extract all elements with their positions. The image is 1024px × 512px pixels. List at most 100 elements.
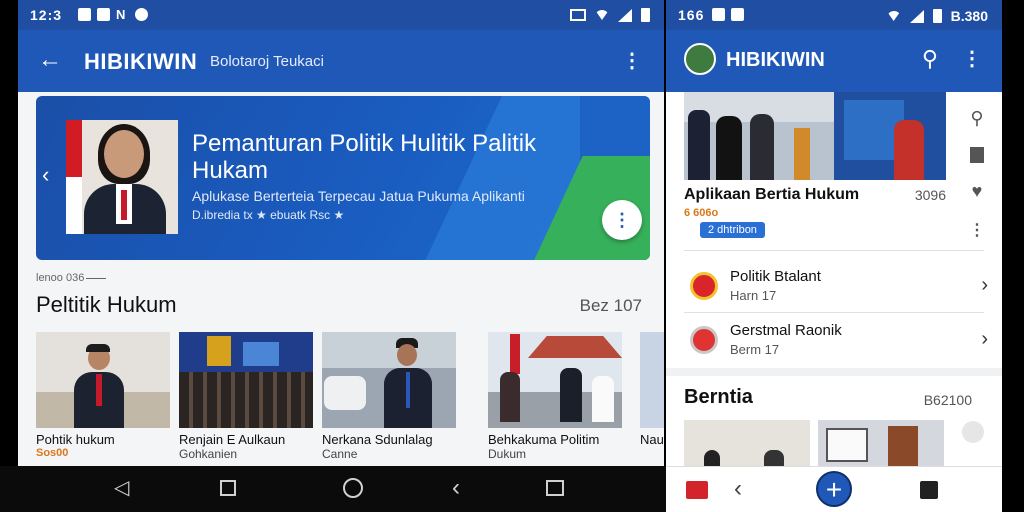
bookmark-icon[interactable] — [970, 147, 984, 163]
list-item-subtitle: Berm 17 — [730, 342, 780, 357]
featured-meta: 6 606o — [684, 207, 719, 219]
news-card[interactable]: Behkakuma Politim Dukum — [488, 332, 622, 461]
bell-icon — [135, 8, 148, 21]
status-time: 166 — [678, 7, 705, 23]
chevron-right-icon: › — [981, 274, 988, 296]
home-circle-icon[interactable] — [343, 478, 363, 498]
emblem-icon — [690, 326, 718, 354]
divider — [684, 312, 984, 313]
status-badge[interactable]: 2 dhtribon — [700, 222, 765, 238]
photo-shape — [794, 128, 810, 180]
heart-icon[interactable]: ♥ — [972, 181, 983, 202]
avatar[interactable] — [684, 43, 716, 75]
app-bar: ← HIBIKIWIN Bolotaroj Teukaci ⋮ — [18, 30, 664, 92]
photo-shape — [324, 376, 366, 410]
list-item[interactable]: Politik Btalant Harn 17 › — [684, 268, 988, 318]
photo-shape — [888, 426, 918, 466]
emblem-icon — [690, 272, 718, 300]
more-options-icon[interactable]: ⋮ — [622, 51, 642, 71]
caption-line — [86, 277, 107, 279]
more-options-icon[interactable]: ⋮ — [962, 49, 982, 69]
list-item-subtitle: Harn 17 — [730, 288, 777, 303]
card-title: Nerkana Sdunlalag — [322, 432, 433, 447]
person-tie — [121, 190, 127, 220]
back-chevron-icon[interactable]: ‹ — [452, 476, 460, 500]
news-card[interactable]: Nerkana Sdunlalag Canne — [322, 332, 456, 461]
photo-shape — [243, 342, 279, 366]
signal-icon — [618, 8, 632, 22]
n-icon: N — [116, 7, 126, 22]
chevron-left-icon[interactable]: ‹ — [42, 162, 49, 188]
overview-icon[interactable] — [546, 480, 564, 496]
photo-shape — [684, 420, 810, 466]
card-subtitle: Dukum — [488, 447, 527, 461]
photo-shape — [688, 110, 710, 180]
app-bar: HIBIKIWIN ⚲ ⋮ — [666, 30, 1002, 92]
app-title: HIBIKIWIN — [726, 49, 825, 71]
photo-shape — [528, 336, 622, 358]
news-card[interactable]: Renjain E Aulkaun Gohkanien — [179, 332, 313, 461]
photo-shape — [764, 450, 784, 466]
battery-text: B.380 — [950, 8, 988, 24]
section-count: B62100 — [923, 392, 972, 408]
share-button[interactable]: ⋮ — [602, 200, 642, 240]
wifi-icon — [595, 10, 609, 20]
status-bar: 12:3 N — [18, 0, 664, 30]
caption-text: lenoo 036 — [36, 272, 85, 284]
photo-shape — [397, 344, 417, 366]
card-image — [640, 332, 664, 428]
photo-shape — [207, 336, 231, 366]
notification-icons — [712, 8, 744, 21]
news-thumbnail[interactable] — [684, 420, 810, 466]
news-card[interactable]: Nau — [640, 332, 664, 447]
back-chevron-icon[interactable]: ‹ — [734, 475, 742, 503]
side-actions: ⚲ ♥ ⋮ — [960, 108, 994, 240]
app-title: HIBIKIWIN — [84, 49, 198, 74]
photo-shape — [592, 376, 614, 422]
hero-meta: D.ibredia tx ★ ebuatk Rsc ★ — [192, 208, 345, 222]
wifi-icon — [886, 11, 901, 21]
news-card[interactable]: Pohtik hukum Sos00 — [36, 332, 170, 459]
photo-shape — [406, 372, 410, 408]
card-subtitle: Gohkanien — [179, 447, 238, 461]
section-title: Berntia — [684, 386, 753, 408]
more-dot-button[interactable] — [962, 421, 984, 443]
news-icon[interactable] — [686, 481, 708, 499]
notification-icons: N — [78, 8, 148, 21]
card-image — [488, 332, 622, 428]
card-image — [36, 332, 170, 428]
add-button[interactable]: + — [816, 471, 852, 507]
square-icon[interactable] — [920, 481, 938, 499]
image-icon — [78, 8, 91, 21]
recents-square-icon[interactable] — [220, 480, 236, 496]
card-image — [322, 332, 456, 428]
photo-shape — [322, 332, 456, 368]
photo-shape — [96, 374, 102, 406]
back-triangle-icon[interactable]: ◁ — [114, 478, 129, 498]
section-title: Peltitik Hukum — [36, 292, 177, 317]
card-subtitle: Canne — [322, 447, 358, 461]
photo-shape — [560, 368, 582, 422]
system-navigation-bar: ◁ ‹ — [0, 466, 666, 512]
photo-shape — [704, 450, 720, 466]
hero-description: Aplukase Berterteia Terpecau Jatua Pukum… — [192, 188, 525, 204]
news-thumbnail[interactable] — [818, 420, 944, 466]
photo-shape — [894, 120, 924, 180]
section-separator — [666, 368, 1002, 376]
card-subtitle: Sos00 — [36, 447, 69, 459]
photo-shape — [86, 344, 110, 352]
hero-banner[interactable]: ‹ Pemanturan Politik Hulitik Palitik Huk… — [36, 96, 650, 260]
featured-image[interactable] — [684, 92, 946, 180]
search-icon[interactable]: ⚲ — [970, 108, 983, 129]
system-indicators: B.380 — [886, 8, 988, 24]
more-options-icon[interactable]: ⋮ — [969, 220, 985, 240]
back-arrow-icon[interactable]: ← — [38, 48, 62, 72]
status-bar: 166 B.380 — [666, 0, 1002, 30]
list-item-title: Gerstmal Raonik — [730, 322, 842, 339]
list-item[interactable]: Gerstmal Raonik Berm 17 › — [684, 322, 988, 372]
search-icon[interactable]: ⚲ — [922, 46, 938, 72]
card-title: Renjain E Aulkaun — [179, 432, 286, 447]
left-phone-screen: 12:3 N ← HIBIKIWIN Bolotaroj Teukaci ⋮ ‹ — [18, 0, 664, 466]
chevron-right-icon: › — [981, 328, 988, 350]
image-icon — [712, 8, 725, 21]
